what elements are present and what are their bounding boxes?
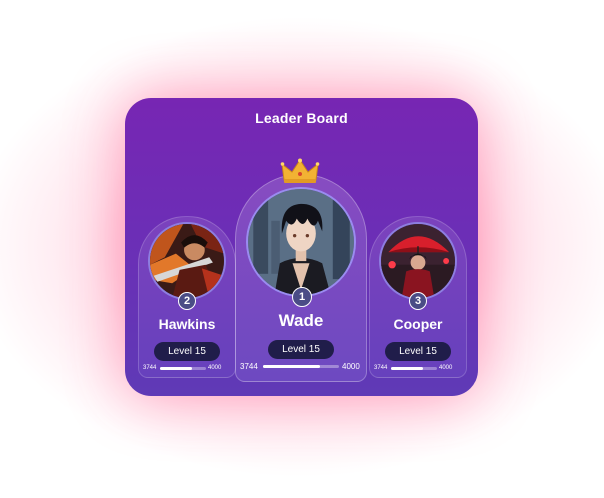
player-name-hawkins: Hawkins <box>158 316 216 332</box>
xp-progress-bar-hawkins <box>160 367 206 370</box>
player-card-first[interactable]: 1 Wade Level 15 3744 4000 <box>235 174 367 382</box>
avatar-wade[interactable] <box>246 187 356 297</box>
rank-badge-2: 2 <box>178 292 196 310</box>
xp-max-wade: 4000 <box>342 362 360 371</box>
leaderboard-card: Leader Board 2 Hawkins Level 15 3744 400… <box>125 98 478 396</box>
xp-progress-bar-cooper <box>391 367 437 370</box>
avatar-hawkins[interactable] <box>148 222 226 300</box>
xp-current-cooper: 3744 <box>374 365 388 371</box>
xp-progress-fill <box>263 365 320 368</box>
rank-badge-3: 3 <box>409 292 427 310</box>
xp-progress-fill <box>391 367 424 370</box>
rank-badge-1: 1 <box>292 287 312 307</box>
level-badge-wade: Level 15 <box>268 340 334 359</box>
player-card-second[interactable]: 2 Hawkins Level 15 3744 4000 <box>138 216 236 378</box>
avatar-cooper[interactable] <box>379 222 457 300</box>
crown-icon <box>280 158 320 184</box>
xp-max-cooper: 4000 <box>439 365 453 371</box>
xp-progress-fill <box>160 367 193 370</box>
level-badge-cooper: Level 15 <box>385 342 451 361</box>
player-card-third[interactable]: 3 Cooper Level 15 3744 4000 <box>369 216 467 378</box>
xp-current-wade: 3744 <box>240 362 258 371</box>
xp-max-hawkins: 4000 <box>208 365 222 371</box>
player-name-cooper: Cooper <box>393 316 443 332</box>
player-name-wade: Wade <box>278 311 324 330</box>
xp-current-hawkins: 3744 <box>143 365 157 371</box>
xp-progress-bar-wade <box>263 365 339 368</box>
level-badge-hawkins: Level 15 <box>154 342 220 361</box>
leaderboard-title: Leader Board <box>255 110 348 126</box>
